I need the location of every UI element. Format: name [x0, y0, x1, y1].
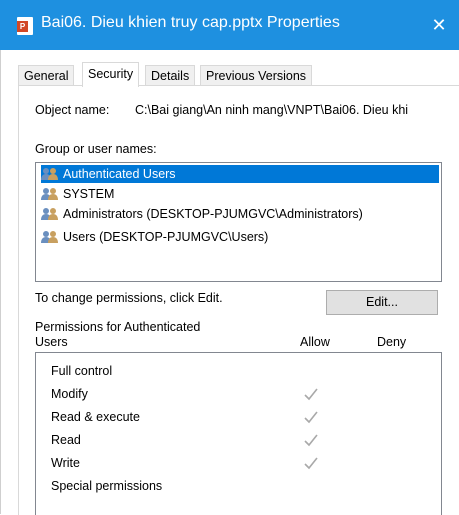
title-bar: P Bai06. Dieu khien truy cap.pptx Proper…	[0, 0, 459, 50]
users-group-icon	[41, 208, 58, 220]
permission-name: Read & execute	[51, 410, 140, 424]
permissions-header-line1: Permissions for Authenticated	[35, 320, 201, 334]
users-group-icon	[41, 188, 58, 200]
allow-column-header: Allow	[300, 335, 330, 349]
close-button[interactable]: ✕	[419, 0, 459, 50]
users-group-icon	[41, 231, 58, 243]
tab-general[interactable]: General	[18, 65, 75, 86]
object-name-label: Object name:	[35, 103, 110, 117]
close-icon: ✕	[431, 15, 447, 35]
permission-row: Read & execute	[36, 407, 441, 427]
list-item-label: Users (DESKTOP-PJUMGVC\Users)	[63, 230, 269, 244]
list-item-label: Administrators (DESKTOP-PJUMGVC\Administ…	[63, 207, 363, 221]
permission-name: Modify	[51, 387, 88, 401]
file-type-badge: P	[17, 21, 28, 32]
allow-check-icon	[304, 411, 318, 424]
edit-button[interactable]: Edit...	[326, 290, 438, 315]
group-user-listbox[interactable]: Authenticated Users SYSTEM Administrator…	[35, 162, 442, 282]
permission-row: Read	[36, 430, 441, 450]
list-item-authenticated-users[interactable]: Authenticated Users	[41, 165, 439, 183]
tab-previous-versions[interactable]: Previous Versions	[200, 65, 313, 86]
permission-name: Read	[51, 433, 81, 447]
permission-name: Write	[51, 456, 80, 470]
powerpoint-file-icon: P	[17, 17, 33, 35]
list-item-label: SYSTEM	[63, 187, 115, 201]
window-title: Bai06. Dieu khien truy cap.pptx Properti…	[41, 14, 340, 31]
permission-name: Special permissions	[51, 479, 163, 493]
list-item-label: Authenticated Users	[63, 167, 176, 181]
permission-name: Full control	[51, 364, 113, 378]
tab-strip: General Security Details Previous Versio…	[18, 62, 459, 87]
permissions-list: Full control Modify Read & execute Read …	[35, 352, 442, 515]
allow-check-icon	[304, 457, 318, 470]
permissions-header-line2: Users	[35, 335, 68, 349]
window-left-border	[0, 50, 1, 514]
allow-check-icon	[304, 388, 318, 401]
allow-check-icon	[304, 434, 318, 447]
object-name-value: C:\Bai giang\An ninh mang\VNPT\Bai06. Di…	[135, 103, 409, 117]
users-group-icon	[41, 168, 58, 180]
tab-details[interactable]: Details	[145, 65, 196, 86]
tab-security[interactable]: Security	[82, 62, 140, 87]
permission-row: Full control	[36, 361, 441, 381]
permission-row: Modify	[36, 384, 441, 404]
change-permissions-hint: To change permissions, click Edit.	[35, 291, 223, 305]
permission-row: Special permissions	[36, 476, 441, 496]
group-or-user-names-label: Group or user names:	[35, 142, 157, 156]
permission-row: Write	[36, 453, 441, 473]
deny-column-header: Deny	[377, 335, 407, 349]
